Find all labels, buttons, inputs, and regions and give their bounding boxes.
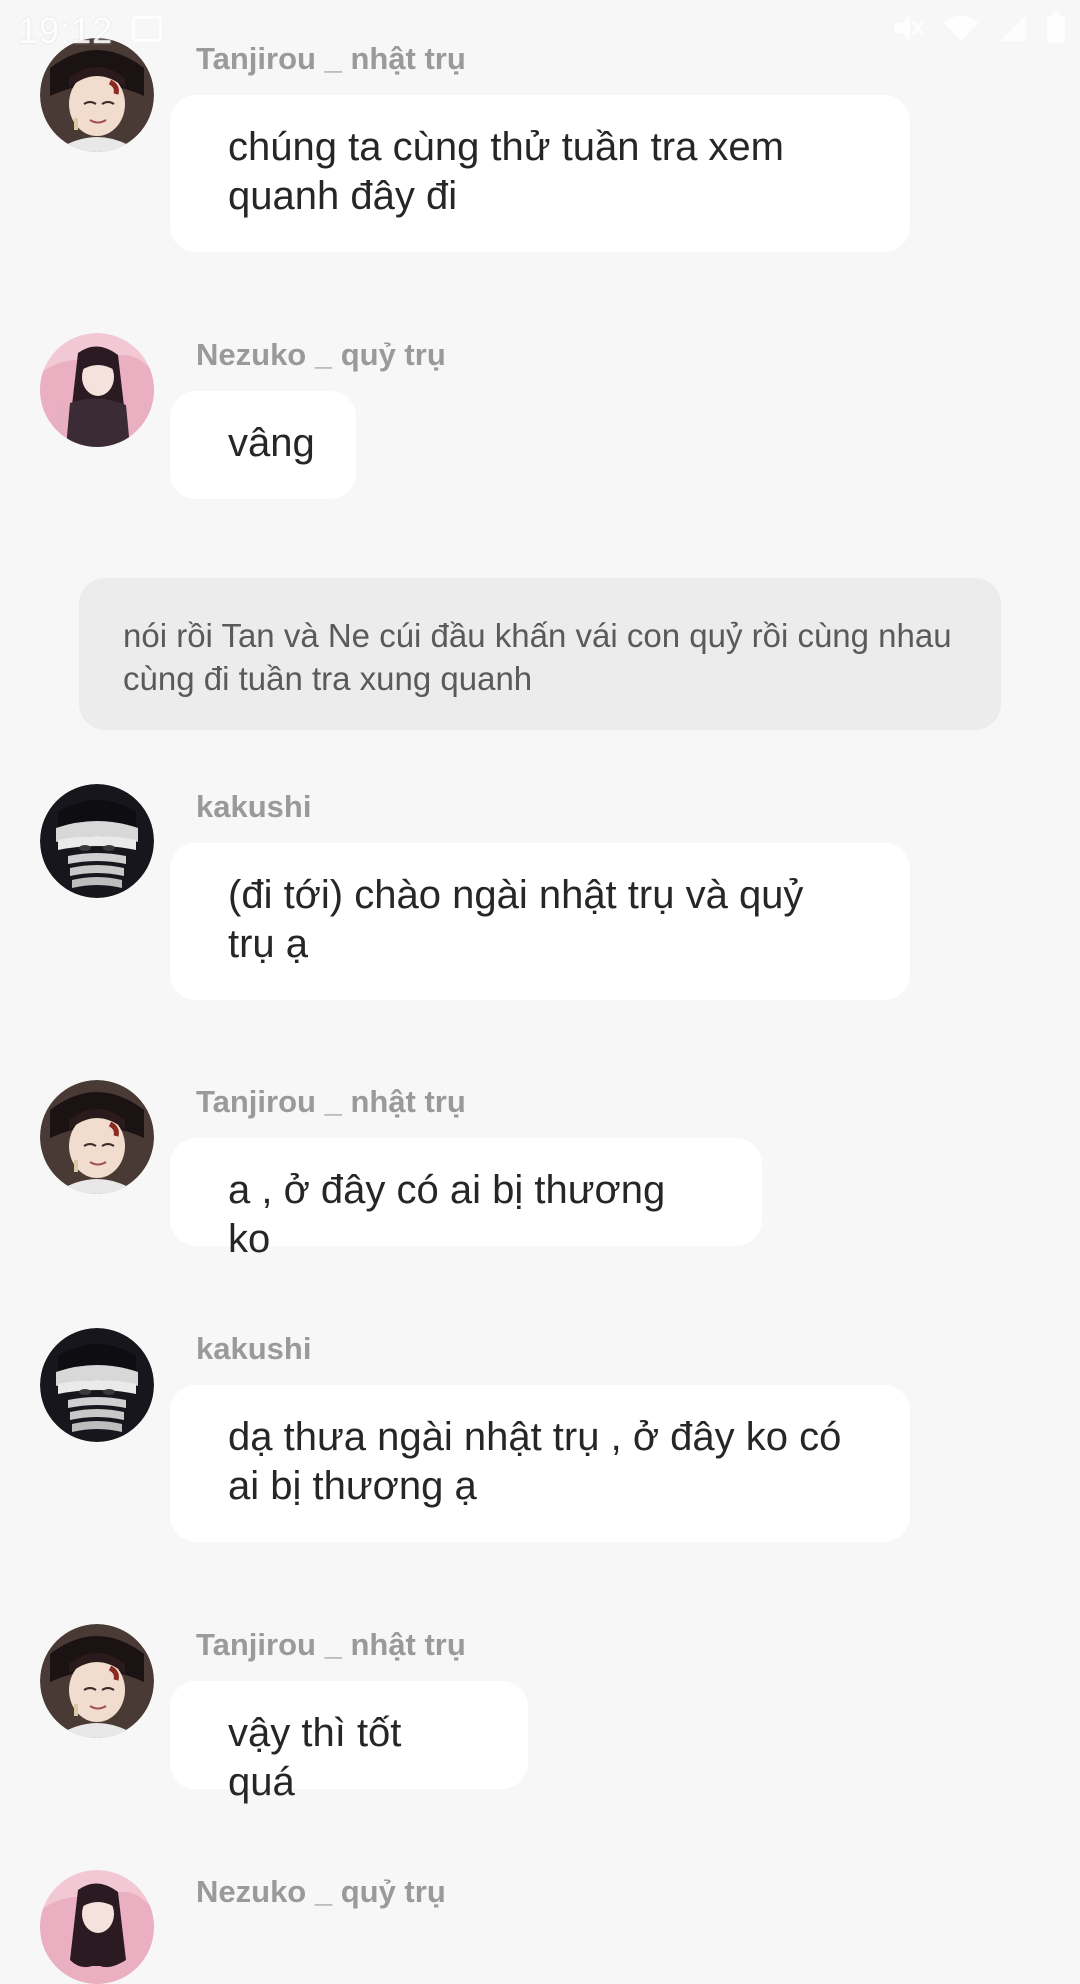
- battery-icon: [1046, 12, 1066, 44]
- narration-box[interactable]: nói rồi Tan và Ne cúi đầu khấn vái con q…: [79, 578, 1001, 730]
- nezuko-avatar-image: [40, 1870, 154, 1984]
- avatar[interactable]: [40, 1870, 154, 1984]
- image-icon: [132, 16, 162, 42]
- mute-icon: [890, 13, 924, 43]
- sender-name: Nezuko _ quỷ trụ: [196, 1874, 446, 1909]
- status-time: 19:12: [18, 10, 114, 51]
- wifi-icon: [942, 13, 980, 43]
- nezuko-avatar-image: [40, 333, 154, 447]
- avatar[interactable]: [40, 333, 154, 447]
- avatar[interactable]: [40, 784, 154, 898]
- status-icons: [890, 12, 1066, 44]
- sender-name: Tanjirou _ nhật trụ: [196, 1627, 466, 1662]
- kakushi-avatar-image: [40, 784, 154, 898]
- avatar[interactable]: [40, 1080, 154, 1194]
- message-bubble[interactable]: chúng ta cùng thử tuần tra xem quanh đây…: [170, 95, 910, 252]
- tanjirou-avatar-image: [40, 1080, 154, 1194]
- sender-name: kakushi: [196, 1331, 312, 1366]
- signal-icon: [998, 13, 1028, 43]
- message-bubble[interactable]: vậy thì tốt quá: [170, 1681, 528, 1804]
- tanjirou-avatar-image: [40, 1624, 154, 1738]
- status-bar: 19:12: [0, 0, 1080, 60]
- sender-name: Nezuko _ quỷ trụ: [196, 337, 446, 372]
- message-bubble[interactable]: dạ thưa ngài nhật trụ , ở đây ko có ai b…: [170, 1385, 910, 1542]
- kakushi-avatar-image: [40, 1328, 154, 1442]
- avatar[interactable]: [40, 1624, 154, 1738]
- sender-name: kakushi: [196, 789, 312, 824]
- message-bubble[interactable]: vâng: [170, 391, 356, 499]
- message-bubble[interactable]: a , ở đây có ai bị thương ko: [170, 1138, 762, 1261]
- message-bubble[interactable]: (đi tới) chào ngài nhật trụ và quỷ trụ ạ: [170, 843, 910, 1000]
- avatar[interactable]: [40, 1328, 154, 1442]
- sender-name: Tanjirou _ nhật trụ: [196, 1084, 466, 1119]
